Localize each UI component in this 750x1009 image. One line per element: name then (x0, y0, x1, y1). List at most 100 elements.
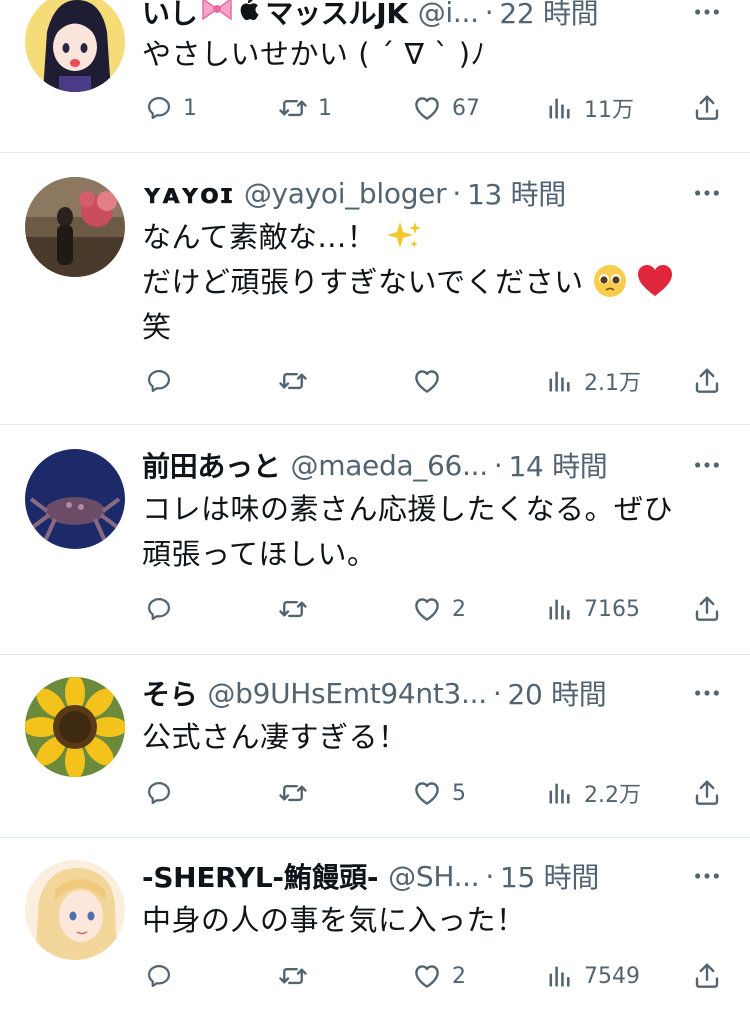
action-bar: 2 7549 (0, 956, 750, 996)
share-icon (692, 778, 722, 808)
like-button[interactable]: 2 (412, 956, 466, 996)
tweet[interactable]: 前田あっと @maeda_66... · 14 時間 コレは味の素さん応援したく… (0, 425, 750, 655)
views-icon (546, 962, 574, 990)
views-icon (546, 367, 574, 395)
retweet-button[interactable]: 1 (278, 88, 332, 128)
reply-count: 1 (183, 95, 197, 121)
retweet-icon (278, 778, 308, 808)
red-heart-emoji (637, 265, 673, 299)
timestamp[interactable]: 20 時間 (507, 673, 606, 713)
views-icon (546, 595, 574, 623)
handle[interactable]: @SH... (388, 860, 480, 893)
avatar[interactable] (25, 0, 125, 92)
views-button[interactable]: 2.1万 (546, 361, 641, 401)
like-count: 2 (452, 596, 466, 622)
views-button[interactable]: 11万 (546, 88, 634, 128)
action-bar: 2 7165 (0, 589, 750, 629)
views-count: 2.1万 (584, 371, 641, 396)
handle[interactable]: @yayoi_bloger (244, 177, 447, 210)
tweet-text-line: やさしいせかい ( ´ ∇ ` )ﾉ (142, 37, 486, 71)
retweet-count: 1 (318, 95, 332, 121)
like-button[interactable]: 2 (412, 589, 466, 629)
reply-button[interactable]: 1 (145, 88, 197, 128)
more-icon[interactable] (692, 856, 722, 896)
retweet-icon (278, 594, 308, 624)
share-button[interactable] (692, 88, 722, 128)
like-count: 2 (452, 963, 466, 989)
share-button[interactable] (692, 361, 722, 401)
display-name-suffix[interactable]: マッスルJK (265, 0, 408, 32)
tweet-text: 公式さん凄すぎる！ (142, 715, 730, 760)
views-icon (546, 94, 574, 122)
share-button[interactable] (692, 773, 722, 813)
share-icon (692, 93, 722, 123)
avatar[interactable] (25, 177, 125, 277)
tweet-text-line: 中身の人の事を気に入った！ (142, 903, 526, 937)
separator-dot: · (484, 0, 494, 29)
handle[interactable]: @maeda_66... (291, 449, 489, 482)
timestamp[interactable]: 13 時間 (467, 173, 566, 213)
display-name[interactable]: 前田あっと (142, 445, 281, 485)
avatar[interactable] (25, 677, 125, 777)
share-button[interactable] (692, 589, 722, 629)
handle[interactable]: @b9UHsEmt94nt3... (207, 677, 487, 710)
action-bar: 1 1 67 11万 (0, 88, 750, 128)
tweet[interactable]: -SHERYL-鮪饅頭- @SH... · 15 時間 中身の人の事を気に入った… (0, 838, 750, 1009)
retweet-button[interactable] (278, 956, 318, 996)
heart-icon (412, 93, 442, 123)
reply-button[interactable] (145, 773, 183, 813)
timestamp[interactable]: 14 時間 (508, 445, 607, 485)
pleading-face-emoji (593, 265, 627, 299)
retweet-button[interactable] (278, 773, 318, 813)
retweet-icon (278, 93, 308, 123)
retweet-icon (278, 366, 308, 396)
reply-button[interactable] (145, 956, 183, 996)
avatar[interactable] (25, 860, 125, 960)
more-icon[interactable] (692, 173, 722, 213)
more-icon[interactable] (692, 0, 722, 32)
separator-dot: · (492, 676, 502, 710)
share-icon (692, 961, 722, 991)
display-name[interactable]: -SHERYL-鮪饅頭- (142, 856, 378, 896)
display-name[interactable]: ʏᴀʏᴏɪ (142, 177, 234, 210)
action-bar: 2.1万 (0, 361, 750, 401)
avatar[interactable] (25, 449, 125, 549)
tweet-text-line: 頑張ってほしい。 (142, 537, 377, 571)
display-name[interactable]: そら (142, 673, 198, 713)
timestamp[interactable]: 22 時間 (499, 0, 598, 32)
tweet[interactable]: いし マッスルJK @i... · 22 時間 やさしいせかい ( ´ ∇ ` … (0, 0, 750, 153)
like-count: 5 (452, 780, 466, 806)
heart-icon (412, 594, 442, 624)
tweet-text-line: なんて素敵な...！ (142, 220, 377, 254)
separator-dot: · (452, 176, 461, 210)
heart-icon (412, 366, 442, 396)
reply-button[interactable] (145, 361, 183, 401)
views-count: 2.2万 (584, 783, 641, 808)
more-icon[interactable] (692, 673, 722, 713)
retweet-button[interactable] (278, 361, 318, 401)
views-button[interactable]: 2.2万 (546, 773, 641, 813)
retweet-button[interactable] (278, 589, 318, 629)
tweet[interactable]: ʏᴀʏᴏɪ @yayoi_bloger · 13 時間 なんて素敵な...！ だ… (0, 153, 750, 425)
timestamp[interactable]: 15 時間 (500, 856, 599, 896)
like-button[interactable]: 67 (412, 88, 480, 128)
tweet-text: コレは味の素さん応援したくなる。ぜひ 頑張ってほしい。 (142, 487, 730, 577)
views-button[interactable]: 7549 (546, 956, 640, 996)
reply-button[interactable] (145, 589, 183, 629)
like-button[interactable]: 5 (412, 773, 466, 813)
share-button[interactable] (692, 956, 722, 996)
display-name[interactable]: いし (142, 0, 198, 32)
views-count: 11万 (584, 98, 634, 123)
ribbon-emoji (200, 0, 234, 29)
handle[interactable]: @i... (418, 0, 479, 29)
like-button[interactable] (412, 361, 452, 401)
reply-icon (145, 962, 173, 990)
apple-logo-icon (237, 0, 259, 29)
reply-icon (145, 94, 173, 122)
more-icon[interactable] (692, 445, 722, 485)
tweet[interactable]: そら @b9UHsEmt94nt3... · 20 時間 公式さん凄すぎる！ 5… (0, 655, 750, 838)
reply-icon (145, 779, 173, 807)
views-button[interactable]: 7165 (546, 589, 640, 629)
action-bar: 5 2.2万 (0, 773, 750, 813)
tweet-text: なんて素敵な...！ だけど頑張りすぎないでください 笑 (142, 215, 730, 350)
